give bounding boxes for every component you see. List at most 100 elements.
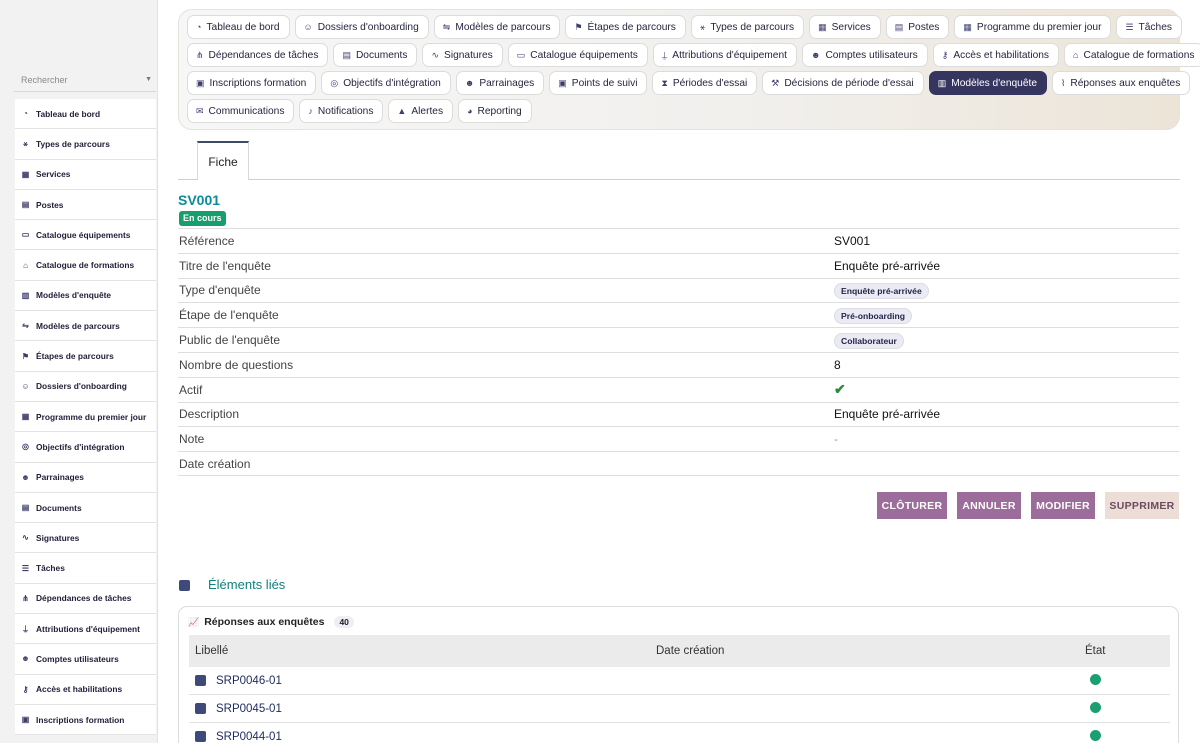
open-record-icon[interactable] [195,675,206,686]
field-row: Référence SV001 [178,228,1179,253]
nav-chip[interactable]: ▣ Inscriptions formation [187,71,317,95]
modifier-button[interactable]: MODIFIER [1031,492,1095,519]
sidebar-item-label: Catalogue équipements [36,229,131,240]
sidebar-item[interactable]: ⚑ Étapes de parcours [15,341,156,372]
card-header: 📈 Réponses aux enquêtes 40 [188,616,354,628]
nav-chip[interactable]: ◎ Objectifs d'intégration [321,71,451,95]
table-header: Libellé Date création État [189,635,1170,667]
sitemap-icon: ⚹ [699,21,706,32]
sidebar-item[interactable]: ▥ Modèles d'enquête [15,281,156,312]
value-pill: Collaborateur [834,333,904,350]
nav-chip-label: Étapes de parcours [587,21,676,33]
nav-chip[interactable]: ☰ Tâches [1116,15,1182,39]
nav-chip[interactable]: ♪ Notifications [299,99,384,123]
flag-icon: ⚑ [574,21,583,32]
list-icon: ☰ [21,563,30,573]
nav-chip[interactable]: ⌇ Réponses aux enquêtes [1052,71,1191,95]
flag-icon: ⚑ [21,351,30,361]
nav-chip-label: Comptes utilisateurs [825,49,918,61]
nav-chip[interactable]: ▤ Postes [885,15,950,39]
sidebar-item[interactable]: ⌂ Catalogue de formations [15,250,156,281]
nav-chip-label: Catalogue équipements [530,49,638,61]
key-icon: ⚷ [22,684,29,694]
nav-chip[interactable]: ▣ Points de suivi [549,71,648,95]
field-label: Note [179,432,205,447]
nav-chip[interactable]: ▥ Modèles d'enquête [928,71,1047,95]
nav-chip[interactable]: ◕ Reporting [458,99,532,123]
sidebar-item[interactable]: ⇋ Modèles de parcours [15,311,156,342]
sidebar-item[interactable]: ▣ Inscriptions formation [15,705,156,736]
nav-chip-label: Catalogue de formations [1083,49,1195,61]
row-label[interactable]: SRP0044-01 [216,731,282,743]
column-header-etat[interactable]: État [1081,645,1105,657]
nav-chip[interactable]: ⚷ Accès et habilitations [932,43,1060,67]
sidebar-item[interactable]: ☻ Parrainages [15,463,156,493]
sidebar-item[interactable]: ▭ Catalogue équipements [15,220,156,251]
sidebar-item[interactable]: ▤ Documents [15,493,156,524]
sidebar-item[interactable]: ☰ Tâches [15,553,156,584]
nav-chip[interactable]: ⍊ Attributions d'équipement [652,43,797,67]
nav-chip-label: Dépendances de tâches [208,49,319,61]
nav-chip[interactable]: ⇋ Modèles de parcours [433,15,561,39]
caret-down-icon[interactable]: ▼ [145,76,152,83]
nav-chip[interactable]: ☻ Comptes utilisateurs [801,43,928,67]
sidebar-search-select[interactable]: Rechercher ▼ [14,66,156,92]
row-label[interactable]: SRP0046-01 [216,675,282,687]
dolly-icon: ⍊ [23,623,28,633]
sidebar-item[interactable]: ☺ Dossiers d'onboarding [15,372,156,402]
sidebar-item[interactable]: ⚹ Types de parcours [15,129,156,160]
dolly-icon: ⍊ [661,49,668,60]
field-row: Actif ✔ [178,376,1179,402]
field-value: Pré-onboarding [834,308,912,325]
nav-chip[interactable]: ☻ Parrainages [455,71,545,95]
cloturer-button[interactable]: CLÔTURER [877,492,947,519]
field-label: Date création [179,456,251,471]
table-row[interactable]: SRP0044-01 [189,723,1170,743]
dashboard-icon: ◔ [196,22,202,32]
table-row[interactable]: SRP0046-01 [189,667,1170,695]
sidebar-item[interactable]: ☻ Comptes utilisateurs [15,644,156,675]
sidebar-item[interactable]: ⚷ Accès et habilitations [15,675,156,705]
nav-chip[interactable]: ▲ Alertes [388,99,454,123]
nav-chip-label: Services [831,21,871,33]
nav-chip[interactable]: ⌂ Catalogue de formations [1064,43,1200,67]
sidebar-item[interactable]: ⋔ Dépendances de tâches [15,584,156,615]
field-row: Description Enquête pré-arrivée [178,401,1179,427]
sidebar-item[interactable]: ▦ Services [15,160,156,190]
nav-chip[interactable]: ⚑ Étapes de parcours [565,15,686,39]
nav-chip[interactable]: ✉ Communications [187,99,295,123]
nav-chip[interactable]: ▦ Services [809,15,881,39]
field-value: 8 [834,358,841,372]
nav-chip[interactable]: ⧗ Périodes d'essai [652,71,758,95]
sidebar-item[interactable]: ◎ Objectifs d'intégration [15,432,156,463]
column-header-date[interactable]: Date création [656,645,1081,657]
nav-chip[interactable]: ▤ Documents [333,43,418,67]
nav-chip[interactable]: ◔ Tableau de bord [187,15,290,39]
annuler-button[interactable]: ANNULER [957,492,1021,519]
nav-chip[interactable]: ☺ Dossiers d'onboarding [294,15,429,39]
nav-chip[interactable]: ⚒ Décisions de période d'essai [762,71,924,95]
table-row[interactable]: SRP0045-01 [189,695,1170,723]
supprimer-button[interactable]: SUPPRIMER [1105,492,1179,519]
user-check-icon: ▣ [21,715,30,725]
sidebar-item[interactable]: ◔ Tableau de bord [15,99,156,130]
sitemap-icon: ⚹ [23,138,28,148]
nav-chip[interactable]: ▭ Catalogue équipements [507,43,648,67]
sidebar-item[interactable]: ▤ Postes [15,190,156,221]
sidebar-item-label: Dépendances de tâches [36,593,132,604]
sidebar-item-label: Accès et habilitations [36,684,123,695]
row-label[interactable]: SRP0045-01 [216,703,282,715]
warning-icon: ▲ [397,106,407,116]
open-record-icon[interactable] [195,731,206,742]
column-header-libelle[interactable]: Libellé [189,645,656,657]
sidebar-item[interactable]: ▦ Programme du premier jour [15,402,156,433]
nav-chip[interactable]: ⋔ Dépendances de tâches [187,43,329,67]
nav-chip[interactable]: ∿ Signatures [422,43,503,67]
sidebar-item[interactable]: ∿ Signatures [15,523,156,554]
open-record-icon[interactable] [195,703,206,714]
sidebar-item[interactable]: ⍊ Attributions d'équipement [15,614,156,645]
nav-chip[interactable]: ▦ Programme du premier jour [954,15,1112,39]
value-pill: Enquête pré-arrivée [834,283,929,300]
nav-chip[interactable]: ⚹ Types de parcours [690,15,805,39]
tab-fiche[interactable]: Fiche [197,141,249,180]
